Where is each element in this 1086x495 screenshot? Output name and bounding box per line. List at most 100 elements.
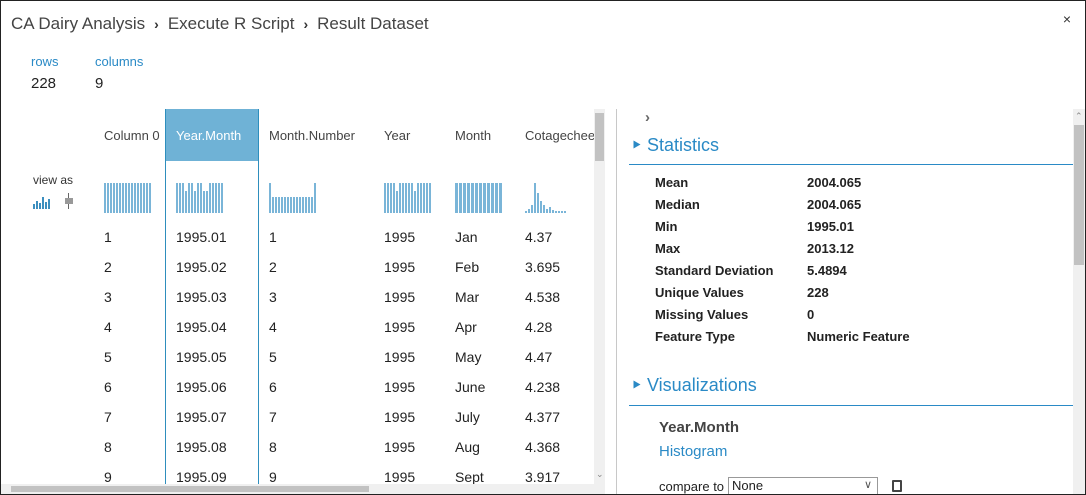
statistics-section-header[interactable]: Statistics [629,135,1073,156]
histogram-bar [543,205,545,213]
close-icon[interactable]: × [1063,11,1071,27]
compare-to-label: compare to [659,478,725,494]
table-cell: 8 [104,439,112,455]
table-cell: 1995.01 [176,229,227,245]
column-header[interactable]: Month [445,109,515,161]
statistic-row: Standard Deviation 5.4894 [655,263,847,278]
grid-column[interactable]: Month Jan Feb Mar Apr May June July Aug Sept [445,109,515,494]
table-cell: Jan [455,229,478,245]
breadcrumb-separator-icon: › [154,16,159,32]
table-cell: 1995 [384,289,416,305]
columns-value: 9 [95,75,104,92]
compare-to-select[interactable]: None ∨ [728,477,879,494]
table-cell: 4.28 [525,319,553,335]
statistic-label: Unique Values [655,285,744,300]
table-cell: 1995.09 [176,469,227,485]
grid-vertical-scrollbar[interactable]: ⌄ [594,109,605,484]
histogram-bar [555,211,557,213]
histogram-bar [308,197,310,213]
column-mini-histogram [104,177,151,213]
histogram-bar [540,201,542,213]
histogram-bar [479,183,482,213]
chevron-right-icon[interactable]: › [645,109,650,126]
histogram-bar [423,183,425,213]
statistic-row: Min 1995.01 [655,219,854,234]
grid-column[interactable]: Year.Month 1995.01 1995.02 1995.03 1995.04 19… [165,109,259,494]
table-cell: 1995 [384,469,416,485]
details-vertical-scrollbar[interactable]: ⌃ [1073,109,1085,494]
histogram-bar [131,183,133,213]
chevron-down-icon: ∨ [863,479,873,491]
statistic-row: Feature Type Numeric Feature [655,329,910,344]
column-header[interactable]: Year.Month [166,109,258,161]
table-cell: 3 [104,289,112,305]
histogram-bar [293,197,295,213]
table-cell: Sept [455,469,484,485]
table-cell: 6 [269,379,277,395]
grid-column[interactable]: Cotagechee 4.37 3.695 4.538 4.28 4.47 4.238 4.3… [515,109,605,494]
grid-column[interactable]: Year 1995 1995 1995 1995 1995 1995 1995 1995 1995 [374,109,445,494]
histogram-bar [134,183,136,213]
table-cell: 5 [269,349,277,365]
histogram-bar [305,197,307,213]
histogram-bar [179,183,181,213]
table-cell: 1995.02 [176,259,227,275]
statistic-label: Standard Deviation [655,263,774,278]
table-cell: 1995.05 [176,349,227,365]
histogram-bar [182,183,184,213]
histogram-bar [278,197,280,213]
column-header[interactable]: Year [374,109,445,161]
data-grid: Column 0 1 2 3 4 5 6 7 8 9 Year.Month 1995.01 1995.0… [94,109,595,494]
copy-icon[interactable] [892,480,903,492]
visualizations-section-header[interactable]: Visualizations [629,375,1073,396]
table-cell: 1995.03 [176,289,227,305]
statistic-value: Numeric Feature [807,329,910,344]
table-cell: 9 [104,469,112,485]
histogram-bar [558,211,560,213]
histogram-icon[interactable] [33,196,50,209]
table-cell: 1995 [384,379,416,395]
histogram-bar [215,183,217,213]
table-cell: 6 [104,379,112,395]
histogram-bar [387,183,389,213]
breadcrumb-experiment[interactable]: CA Dairy Analysis [11,14,145,34]
table-cell: Mar [455,289,480,305]
grid-column[interactable]: Column 0 1 2 3 4 5 6 7 8 9 [94,109,165,494]
table-cell: 2 [104,259,112,275]
column-header[interactable]: Month.Number [259,109,374,161]
histogram-bar [467,183,470,213]
table-cell: 1995 [384,439,416,455]
table-cell: June [455,379,486,395]
visualization-type-link[interactable]: Histogram [659,443,727,460]
histogram-bar [275,197,277,213]
statistic-row: Max 2013.12 [655,241,854,256]
histogram-bar [197,183,199,213]
table-cell: 3.695 [525,259,561,275]
view-as-toggle [33,193,74,209]
histogram-bar [206,191,208,213]
column-header[interactable]: Cotagechee [515,109,605,161]
statistic-row: Unique Values 228 [655,285,829,300]
statistic-row: Median 2004.065 [655,197,861,212]
boxplot-icon[interactable] [64,193,74,209]
table-cell: 1995.04 [176,319,227,335]
statistic-value: 2004.065 [807,175,862,190]
visualizations-divider [629,405,1073,406]
grid-column[interactable]: Month.Number 1 2 3 4 5 6 7 8 9 [259,109,374,494]
table-cell: 5 [104,349,112,365]
histogram-bar [420,183,422,213]
histogram-bar [104,183,106,213]
breadcrumb-module[interactable]: Execute R Script [168,14,295,34]
grid-horizontal-scrollbar[interactable] [1,484,605,494]
rows-value: 228 [31,75,57,92]
histogram-bar [212,183,214,213]
histogram-bar [463,183,466,213]
table-cell: 1995.07 [176,409,227,425]
table-cell: 4.538 [525,289,561,305]
histogram-bar [185,191,187,213]
statistic-label: Missing Values [655,307,749,322]
histogram-bar [302,197,304,213]
column-header[interactable]: Column 0 [94,109,165,161]
table-cell: 3 [269,289,277,305]
compare-to-row: compare to None ∨ [659,477,903,494]
